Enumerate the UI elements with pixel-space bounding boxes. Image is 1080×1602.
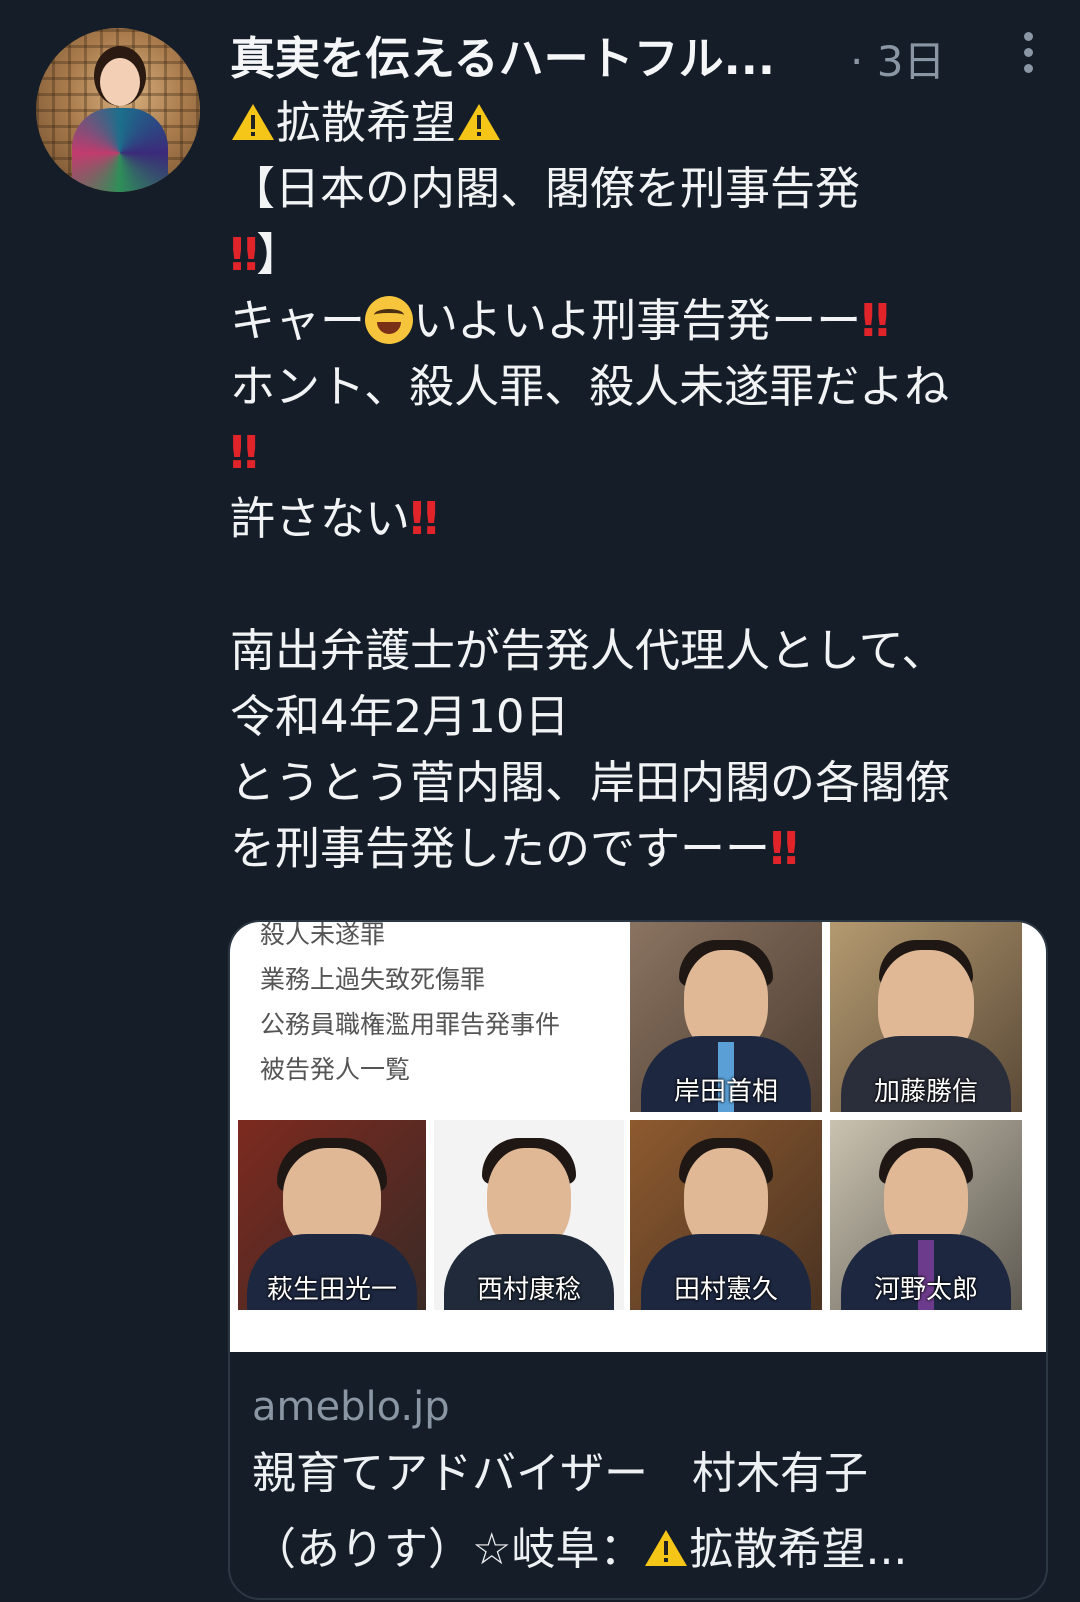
double-exclamation-icon: ‼ (410, 492, 438, 545)
tweet-header: 真実を伝えるハートフル... · 3日 (230, 22, 1040, 86)
portrait-photo: 田村憲久 (630, 1120, 822, 1310)
link-domain: ameblo.jp (252, 1384, 450, 1430)
link-title-line: （ありす）☆岐阜： (252, 1524, 644, 1575)
tweet-line: ホント、殺人罪、殺人未遂罪だよね (230, 360, 950, 413)
link-title-line: 親育てアドバイザー 村木有子 (252, 1448, 868, 1499)
tweet-line: 拡散希望 (276, 96, 457, 149)
portrait-caption: 田村憲久 (673, 1275, 778, 1305)
warning-icon (458, 104, 501, 140)
tweet-line: 令和4年2月10日 (230, 690, 570, 743)
double-exclamation-icon: ‼ (770, 822, 798, 875)
link-preview-image[interactable]: 殺人未遂罪 業務上過失致死傷罪 公務員職権濫用罪告発事件 被告発人一覧 岸田首相… (230, 922, 1046, 1352)
tweet-line: 】 (256, 228, 302, 281)
portrait-caption: 河野太郎 (873, 1275, 978, 1305)
tweet-line: 【日本の内閣、閣僚を刑事告発 (230, 162, 861, 215)
charge-text: 業務上過失致死傷罪 (260, 965, 486, 994)
double-exclamation-icon: ‼ (861, 294, 889, 347)
link-title-line: 拡散希望... (689, 1524, 908, 1575)
tweet-line: 許さない (230, 492, 411, 545)
author-name[interactable]: 真実を伝えるハートフル... (230, 22, 775, 87)
warning-icon (645, 1530, 688, 1566)
author-avatar[interactable] (36, 28, 200, 192)
tweet-line: いよいよ刑事告発ーー (413, 294, 862, 347)
tweet-line: を刑事告発したのですーー (230, 822, 771, 875)
tweet-text: 拡散希望 【日本の内閣、閣僚を刑事告発 ‼】 キャー いよいよ刑事告発ーー‼ ホン… (230, 90, 1050, 882)
tweet-line: とうとう菅内閣、岸田内閣の各閣僚 (230, 756, 951, 809)
charge-text: 公務員職権濫用罪告発事件 (260, 1010, 561, 1039)
portrait-caption: 加藤勝信 (873, 1077, 978, 1107)
charge-text: 殺人未遂罪 (260, 922, 386, 949)
warning-icon (232, 104, 274, 140)
portrait-photo: 岸田首相 (630, 922, 822, 1112)
portrait-photo: 河野太郎 (830, 1120, 1022, 1310)
portrait-caption: 萩生田光一 (266, 1275, 397, 1305)
tweet-line: キャー (230, 294, 366, 347)
link-preview-card[interactable]: 殺人未遂罪 業務上過失致死傷罪 公務員職権濫用罪告発事件 被告発人一覧 岸田首相… (228, 920, 1048, 1600)
laughing-face-icon (365, 296, 414, 344)
double-exclamation-icon: ‼ (230, 426, 258, 479)
portrait-caption: 西村康稔 (476, 1275, 581, 1305)
portrait-photo: 萩生田光一 (238, 1120, 426, 1310)
portrait-photo: 加藤勝信 (830, 922, 1022, 1112)
charges-list: 殺人未遂罪 業務上過失致死傷罪 公務員職権濫用罪告発事件 被告発人一覧 (260, 922, 560, 1092)
portrait-caption: 岸田首相 (673, 1077, 778, 1107)
tweet-line: 南出弁護士が告発人代理人として、 (230, 624, 947, 677)
more-options-icon[interactable] (1024, 32, 1034, 82)
double-exclamation-icon: ‼ (230, 228, 258, 281)
link-preview-footer[interactable]: ameblo.jp 親育てアドバイザー 村木有子 （ありす）☆岐阜： 拡散希望..… (230, 1352, 1046, 1598)
portrait-photo: 西村康稔 (434, 1120, 624, 1310)
tweet-timestamp[interactable]: · 3日 (850, 28, 945, 89)
charge-text: 被告発人一覧 (260, 1055, 411, 1084)
link-title: 親育てアドバイザー 村木有子 （ありす）☆岐阜： 拡散希望... (252, 1436, 907, 1588)
